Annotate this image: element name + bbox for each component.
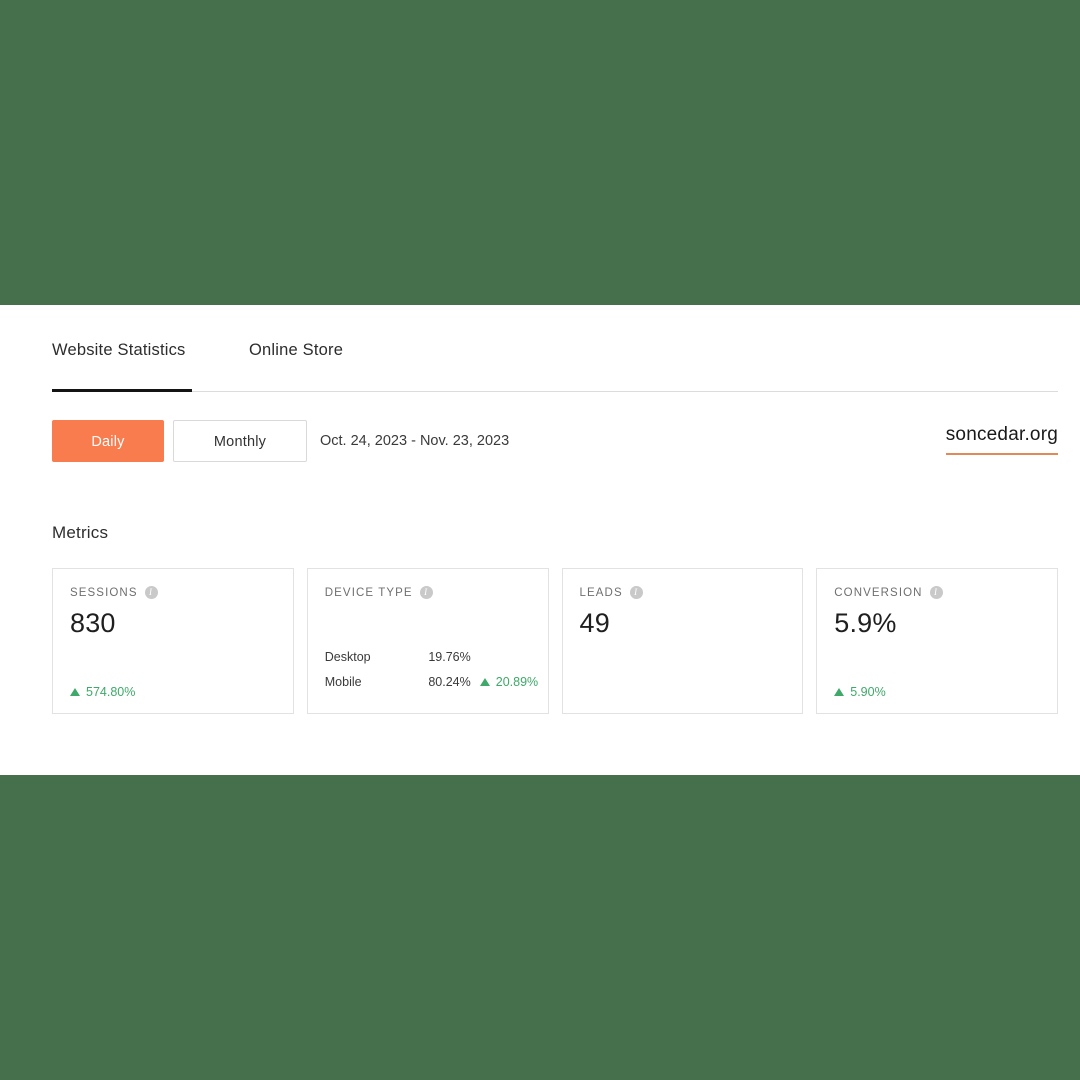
metric-card-conversion-delta: 5.90%	[834, 685, 886, 699]
page-root: Website Statistics Online Store Daily Mo…	[0, 0, 1080, 1080]
metrics-heading: Metrics	[52, 523, 109, 542]
triangle-up-icon	[479, 678, 490, 686]
metric-card-leads-title-label: LEADS	[579, 586, 623, 599]
info-icon[interactable]: i	[629, 586, 643, 599]
tab-website-statistics-label: Website Statistics	[52, 341, 186, 359]
device-type-rows: Desktop 19.76% Mobile 80.24% 20.89%	[324, 650, 539, 700]
metric-card-conversion-title-label: CONVERSION	[834, 586, 923, 599]
info-icon[interactable]: i	[144, 586, 158, 599]
device-row-desktop: Desktop 19.76%	[325, 650, 536, 675]
metric-card-device-type-title: DEVICE TYPE i	[325, 586, 433, 599]
monthly-toggle-button[interactable]: Monthly	[173, 420, 307, 462]
metric-card-sessions-value: 830	[70, 608, 116, 638]
site-link[interactable]: soncedar.org	[945, 424, 1058, 455]
metric-card-conversion-value: 5.9%	[834, 608, 897, 638]
top-background-band	[0, 0, 1080, 305]
metric-card-leads-value: 49	[579, 608, 610, 638]
device-row-mobile: Mobile 80.24% 20.89%	[324, 675, 539, 700]
metric-card-conversion-delta-label: 5.90%	[850, 685, 886, 699]
tab-bar: Website Statistics Online Store	[52, 341, 1058, 393]
metric-cards: SESSIONS i 830 574.80% DEVICE TYPE i Des…	[52, 568, 1058, 714]
metric-card-sessions-title-label: SESSIONS	[70, 586, 138, 599]
metric-card-conversion: CONVERSION i 5.9% 5.90%	[816, 568, 1058, 714]
metric-card-conversion-title: CONVERSION i	[834, 586, 943, 599]
device-row-mobile-delta-label: 20.89%	[495, 675, 539, 689]
metric-card-sessions-delta: 574.80%	[70, 685, 135, 699]
bottom-background-band	[0, 775, 1080, 1080]
tab-online-store[interactable]: Online Store	[249, 341, 343, 360]
daily-toggle-button[interactable]: Daily	[52, 420, 164, 462]
device-row-mobile-label: Mobile	[324, 675, 362, 689]
info-icon[interactable]: i	[419, 586, 433, 599]
metric-card-sessions-title: SESSIONS i	[70, 586, 158, 599]
tab-bar-divider	[52, 391, 1058, 392]
tab-online-store-label: Online Store	[249, 341, 344, 359]
date-range-label[interactable]: Oct. 24, 2023 - Nov. 23, 2023	[320, 420, 509, 462]
metric-card-device-type: DEVICE TYPE i Desktop 19.76% Mobile 80.2…	[306, 568, 549, 714]
device-row-mobile-delta: 20.89%	[479, 675, 539, 689]
info-icon[interactable]: i	[929, 586, 943, 599]
device-row-desktop-percent: 19.76%	[428, 650, 471, 664]
metric-card-device-type-title-label: DEVICE TYPE	[324, 586, 413, 599]
device-row-desktop-label: Desktop	[324, 650, 371, 664]
statistics-panel: Website Statistics Online Store Daily Mo…	[0, 305, 1080, 775]
triangle-up-icon	[70, 688, 80, 696]
metric-card-sessions-delta-label: 574.80%	[86, 685, 136, 699]
device-row-mobile-percent: 80.24%	[428, 675, 471, 689]
active-tab-underline	[52, 389, 192, 392]
metric-card-sessions: SESSIONS i 830 574.80%	[52, 568, 294, 714]
metric-card-leads-title: LEADS i	[580, 586, 643, 599]
controls-row: Daily Monthly Oct. 24, 2023 - Nov. 23, 2…	[52, 420, 1058, 464]
metric-card-leads: LEADS i 49	[561, 568, 804, 714]
tab-website-statistics[interactable]: Website Statistics	[52, 341, 186, 360]
triangle-up-icon	[834, 688, 845, 696]
